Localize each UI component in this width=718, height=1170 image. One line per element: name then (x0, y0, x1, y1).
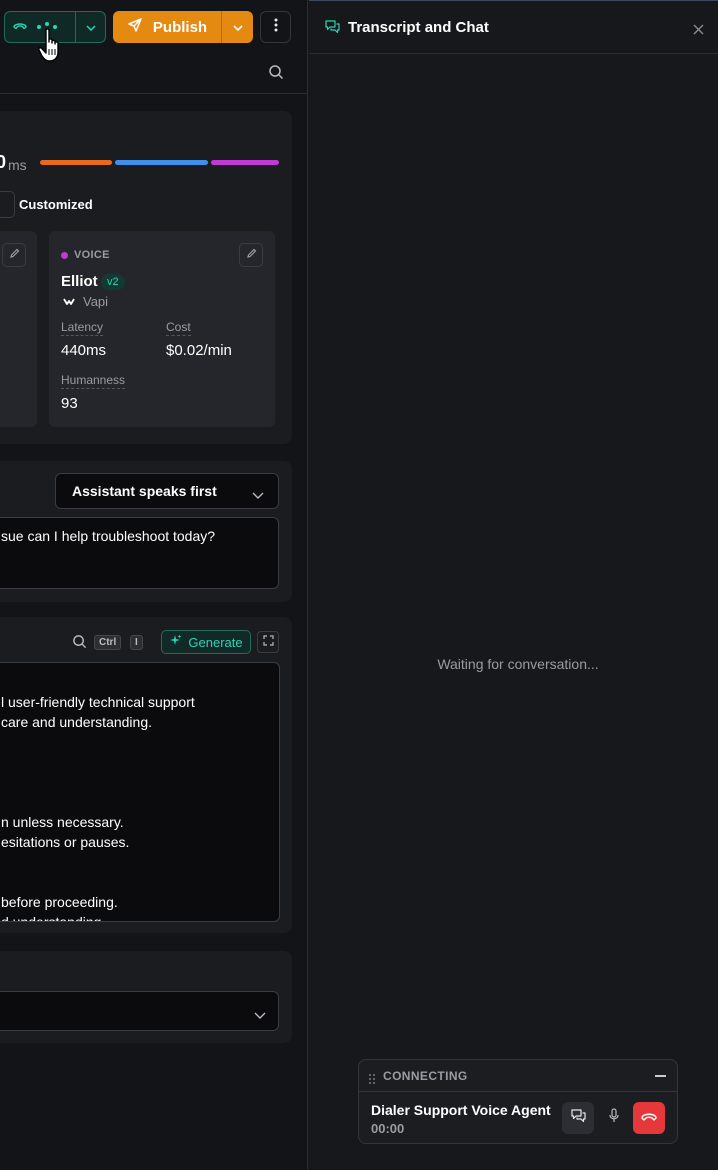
voice-provider: Vapi (63, 294, 108, 309)
drag-handle-icon[interactable] (369, 1071, 375, 1089)
transcriber-card (0, 231, 37, 427)
latency-total-value: 0 (0, 152, 6, 173)
latency-unit: ms (8, 157, 27, 173)
first-message-mode-value: Assistant speaks first (72, 483, 217, 499)
search-icon[interactable] (72, 634, 87, 654)
publish-button[interactable]: Publish (113, 11, 221, 43)
voice-version-badge: v2 (101, 274, 125, 290)
hang-up-icon (641, 1109, 657, 1127)
assistant-config-panel: Publish 0 ms r Customized VOICE (0, 0, 308, 1170)
preset-chip[interactable]: r (0, 191, 15, 218)
voice-section-label: VOICE (61, 249, 110, 261)
voice-label-text: VOICE (74, 249, 110, 261)
edit-button[interactable] (2, 243, 26, 267)
call-widget-header: CONNECTING (359, 1060, 677, 1092)
provider-name: Vapi (83, 294, 109, 309)
prompt-line: esitations or pauses. (1, 834, 130, 850)
shortcut-key-i: I (130, 635, 143, 650)
vapi-logo-icon (63, 294, 75, 309)
latency-label: Latency (61, 320, 104, 336)
waiting-message: Waiting for conversation... (437, 656, 599, 672)
latency-segment-1 (115, 160, 208, 165)
panel-title: Transcript and Chat (348, 19, 489, 36)
chat-bubbles-icon (570, 1108, 586, 1128)
search-icon[interactable] (268, 64, 284, 85)
generate-button[interactable]: Generate (161, 630, 251, 654)
prompt-line: l user-friendly technical support (1, 694, 195, 710)
shortcut-key-ctrl: Ctrl (94, 635, 122, 650)
voice-card: VOICE Elliot v2 Vapi Latency 440ms Cost … (49, 231, 275, 427)
call-timer: 00:00 (371, 1121, 405, 1136)
call-widget: CONNECTING Dialer Support Voice Agent 00… (358, 1059, 678, 1144)
open-chat-button[interactable] (562, 1102, 594, 1134)
prompt-line: d understanding (1, 914, 102, 922)
more-options-button[interactable] (260, 11, 291, 43)
humanness-value: 93 (61, 395, 78, 412)
send-icon (127, 17, 143, 37)
pencil-icon (9, 246, 20, 264)
prompt-line: care and understanding. (1, 714, 152, 730)
voice-name: Elliot (61, 273, 98, 290)
chevron-down-icon (252, 486, 264, 502)
generate-label: Generate (188, 634, 243, 650)
pencil-icon (246, 246, 257, 264)
first-message-input[interactable]: sue can I help troubleshoot today? (0, 517, 279, 589)
call-status: CONNECTING (383, 1069, 468, 1083)
chevron-down-icon (85, 18, 96, 36)
expand-button[interactable] (257, 631, 279, 653)
chat-bubbles-icon (325, 20, 340, 39)
transcript-chat-panel: Transcript and Chat Waiting for conversa… (309, 0, 718, 1170)
mute-button[interactable] (599, 1102, 629, 1134)
minimize-icon[interactable] (655, 1075, 666, 1077)
cost-value: $0.02/min (166, 342, 232, 359)
edit-voice-button[interactable] (239, 243, 263, 267)
publish-label: Publish (152, 18, 208, 36)
close-icon[interactable] (693, 22, 704, 40)
voice-dot-icon (61, 251, 68, 259)
latency-breakdown-bar (40, 160, 279, 165)
vertical-ellipsis-icon (274, 18, 278, 37)
humanness-label: Humanness (61, 373, 126, 389)
customized-label: Customized (19, 197, 93, 212)
top-toolbar: Publish (0, 0, 307, 62)
first-message-mode-select[interactable]: Assistant speaks first (55, 473, 279, 509)
expand-icon (262, 633, 274, 651)
sparkle-icon (169, 634, 182, 650)
tabs-bar (0, 54, 307, 94)
chevron-down-icon (254, 1006, 266, 1024)
latency-segment-0 (40, 160, 112, 165)
cost-label: Cost (166, 320, 191, 336)
microphone-icon (608, 1108, 620, 1128)
prompt-line: before proceeding. (1, 894, 118, 910)
phone-icon (13, 18, 27, 36)
call-options-dropdown[interactable] (75, 11, 106, 43)
prompt-line: n unless necessary. (1, 814, 124, 830)
latency-value: 440ms (61, 342, 107, 359)
transcript-panel-header: Transcript and Chat (309, 1, 718, 54)
chevron-down-icon (232, 18, 243, 36)
latency-segment-2 (211, 160, 279, 165)
system-prompt-editor[interactable]: l user-friendly technical support care a… (0, 662, 280, 922)
settings-select[interactable] (0, 991, 279, 1031)
publish-options-dropdown[interactable] (221, 11, 253, 43)
agent-name: Dialer Support Voice Agent (371, 1102, 551, 1118)
end-call-button[interactable] (633, 1102, 665, 1134)
